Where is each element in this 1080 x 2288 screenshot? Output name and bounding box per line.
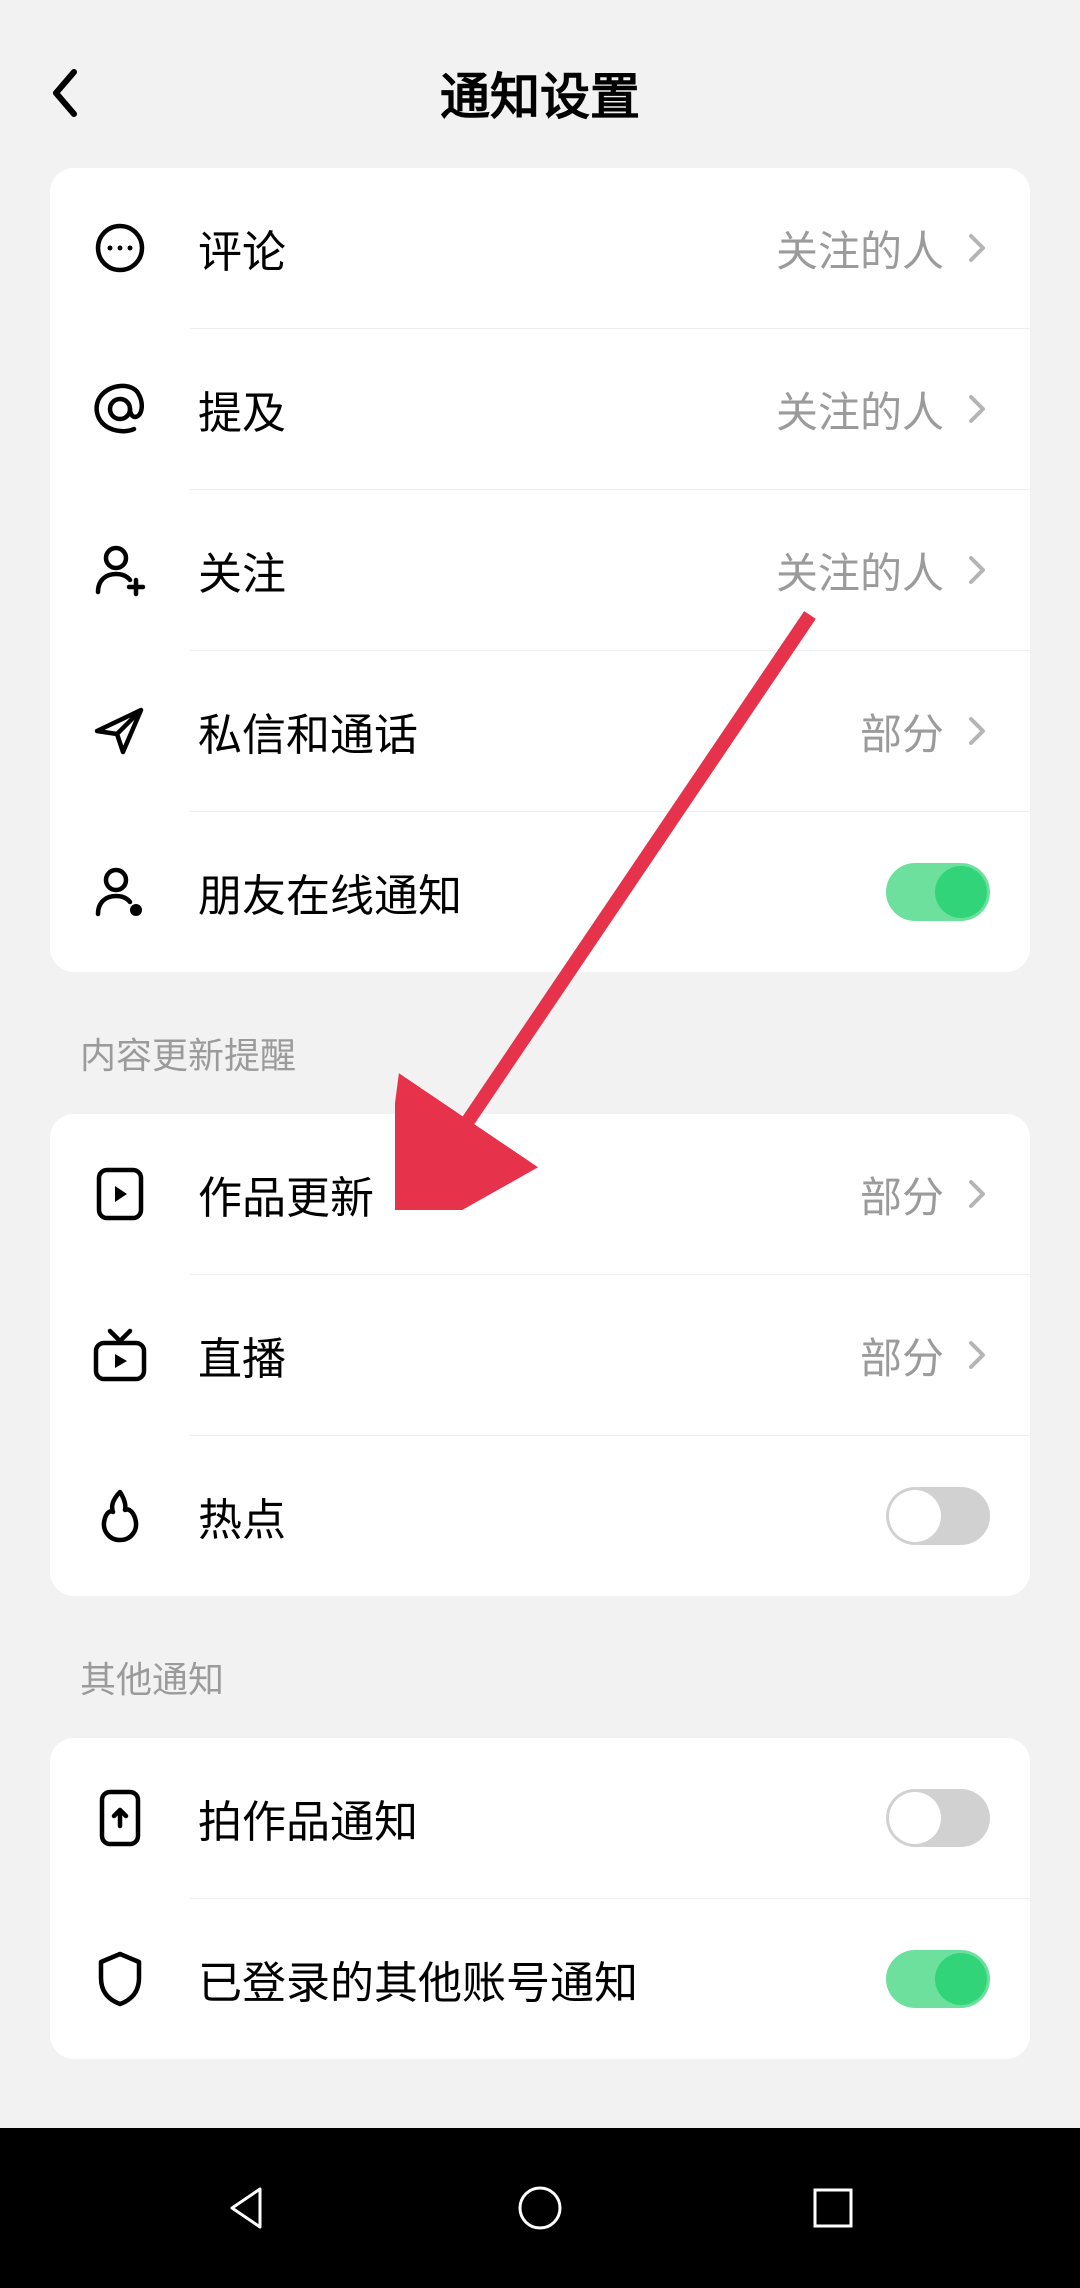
row-label: 拍作品通知 — [198, 1786, 886, 1850]
section-header-other: 其他通知 — [0, 1596, 1080, 1738]
back-button[interactable] — [45, 63, 85, 123]
row-value: 关注的人 — [776, 379, 944, 440]
row-follow[interactable]: 关注 关注的人 — [50, 490, 1030, 650]
toggle-friends-online[interactable] — [886, 863, 990, 921]
video-play-icon — [90, 1164, 150, 1224]
person-add-icon — [90, 540, 150, 600]
row-value: 部分 — [860, 1164, 944, 1225]
row-dm-calls[interactable]: 私信和通话 部分 — [50, 651, 1030, 811]
chevron-right-icon — [964, 711, 990, 751]
section-header-content-updates: 内容更新提醒 — [0, 972, 1080, 1114]
tv-icon — [90, 1325, 150, 1385]
row-works-update[interactable]: 作品更新 部分 — [50, 1114, 1030, 1274]
back-icon — [50, 68, 80, 118]
chevron-right-icon — [964, 550, 990, 590]
nav-back-button[interactable] — [217, 2178, 277, 2238]
shield-icon — [90, 1949, 150, 2009]
row-label: 关注 — [198, 538, 776, 602]
at-icon — [90, 379, 150, 439]
row-label: 私信和通话 — [198, 699, 860, 763]
row-trending[interactable]: 热点 — [50, 1436, 1030, 1596]
row-comments[interactable]: 评论 关注的人 — [50, 168, 1030, 328]
section-content-updates: 作品更新 部分 直播 部分 热点 — [50, 1114, 1030, 1596]
row-label: 已登录的其他账号通知 — [198, 1947, 886, 2011]
android-nav-bar — [0, 2128, 1080, 2288]
row-other-accounts[interactable]: 已登录的其他账号通知 — [50, 1899, 1030, 2059]
row-label: 朋友在线通知 — [198, 860, 886, 924]
toggle-shoot-works[interactable] — [886, 1789, 990, 1847]
flame-icon — [90, 1486, 150, 1546]
comment-icon — [90, 218, 150, 278]
status-bar-area — [0, 0, 1080, 18]
header: 通知设置 — [0, 18, 1080, 168]
nav-home-button[interactable] — [510, 2178, 570, 2238]
row-value: 关注的人 — [776, 540, 944, 601]
chevron-right-icon — [964, 1174, 990, 1214]
phone-upload-icon — [90, 1788, 150, 1848]
section-other: 拍作品通知 已登录的其他账号通知 — [50, 1738, 1030, 2059]
chevron-right-icon — [964, 1335, 990, 1375]
row-value: 部分 — [860, 701, 944, 762]
row-shoot-works[interactable]: 拍作品通知 — [50, 1738, 1030, 1898]
send-icon — [90, 701, 150, 761]
row-value: 关注的人 — [776, 218, 944, 279]
chevron-right-icon — [964, 389, 990, 429]
section-interactions: 评论 关注的人 提及 关注的人 关注 关注的人 私信和通话 部分 — [50, 168, 1030, 972]
row-label: 直播 — [198, 1323, 860, 1387]
row-friends-online[interactable]: 朋友在线通知 — [50, 812, 1030, 972]
page-title: 通知设置 — [440, 57, 640, 129]
toggle-trending[interactable] — [886, 1487, 990, 1545]
chevron-right-icon — [964, 228, 990, 268]
nav-recent-button[interactable] — [803, 2178, 863, 2238]
row-mentions[interactable]: 提及 关注的人 — [50, 329, 1030, 489]
row-livestream[interactable]: 直播 部分 — [50, 1275, 1030, 1435]
row-label: 评论 — [198, 216, 776, 280]
row-label: 提及 — [198, 377, 776, 441]
toggle-other-accounts[interactable] — [886, 1950, 990, 2008]
row-value: 部分 — [860, 1325, 944, 1386]
person-online-icon — [90, 862, 150, 922]
row-label: 作品更新 — [198, 1162, 860, 1226]
row-label: 热点 — [198, 1484, 886, 1548]
